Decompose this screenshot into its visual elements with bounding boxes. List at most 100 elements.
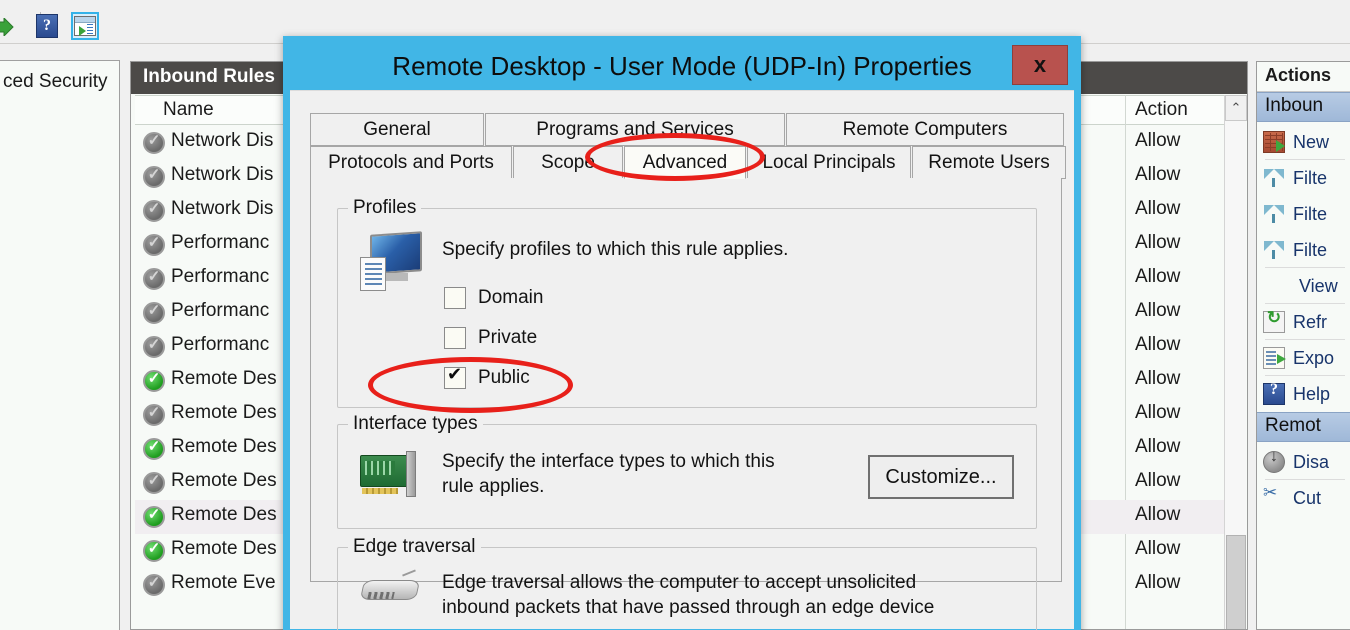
tab-remote-computers[interactable]: Remote Computers	[786, 113, 1064, 146]
scroll-up-button[interactable]: ⌃	[1225, 95, 1247, 121]
checkbox-private[interactable]: Private	[444, 327, 537, 349]
dialog-tabs: General Programs and Services Remote Compu…	[310, 113, 1066, 179]
action-item[interactable]: Refr	[1257, 304, 1350, 340]
edge-traversal-group-title: Edge traversal	[348, 536, 481, 558]
rules-scrollbar[interactable]: ⌃	[1224, 95, 1247, 629]
scrollbar-thumb[interactable]	[1226, 535, 1246, 629]
disable-icon	[1263, 448, 1285, 473]
action-item-label: Filte	[1293, 203, 1328, 224]
domain-checkbox-box[interactable]	[444, 287, 466, 309]
dialog-titlebar[interactable]: Remote Desktop - User Mode (UDP-In) Prop…	[290, 43, 1074, 90]
monitor-document-icon	[360, 231, 426, 295]
action-item[interactable]: Disa	[1257, 444, 1350, 480]
actions-pane: Actions Inboun New Filte Filte Filte View Refr…	[1256, 61, 1350, 630]
rule-action: Allow	[1135, 436, 1181, 457]
rule-action: Allow	[1135, 504, 1181, 525]
rule-action: Allow	[1135, 470, 1181, 491]
console-tree-pane[interactable]: ced Security	[0, 60, 120, 630]
action-item[interactable]: Filte	[1257, 232, 1350, 268]
action-item-label: Refr	[1293, 311, 1328, 332]
column-header-action[interactable]: Action	[1135, 99, 1188, 121]
cut-icon	[1263, 483, 1285, 509]
rule-name: Remote Des	[171, 436, 277, 457]
actions-group-header: Inboun	[1257, 92, 1350, 122]
rule-action: Allow	[1135, 402, 1181, 423]
action-item[interactable]: Filte	[1257, 196, 1350, 232]
action-item-label: Filte	[1293, 167, 1328, 188]
forward-arrow-icon[interactable]	[0, 18, 14, 36]
tab-advanced[interactable]: Advanced	[624, 146, 746, 179]
help-button[interactable]: ?	[33, 12, 61, 40]
private-checkbox-box[interactable]	[444, 327, 466, 349]
rule-enabled-icon	[143, 369, 165, 392]
tab-programs-and-services[interactable]: Programs and Services	[485, 113, 785, 146]
refresh-icon	[1263, 308, 1285, 333]
rule-disabled-icon	[143, 335, 165, 358]
profiles-group: Profiles Specify profiles to which this …	[337, 197, 1037, 408]
action-item[interactable]: Filte	[1257, 160, 1350, 196]
rule-disabled-icon	[143, 471, 165, 494]
rule-action: Allow	[1135, 572, 1181, 593]
interface-types-description: Specify the interface types to which thi…	[442, 451, 775, 497]
rule-name: Performanc	[171, 266, 270, 287]
rule-action: Allow	[1135, 198, 1181, 219]
tree-node-advanced-security[interactable]: ced Security	[3, 71, 108, 93]
action-item-label: Filte	[1293, 239, 1328, 260]
filter-icon	[1263, 203, 1285, 225]
advanced-tab-panel: Profiles Specify profiles to which this …	[310, 178, 1062, 630]
tab-general[interactable]: General	[310, 113, 484, 146]
tab-local-principals[interactable]: Local Principals	[747, 146, 911, 179]
rule-name: Remote Des	[171, 402, 277, 423]
rule-name: Network Dis	[171, 130, 274, 151]
action-item-label: Disa	[1293, 451, 1330, 472]
action-item-label: Expo	[1293, 347, 1335, 368]
rule-enabled-icon	[143, 505, 165, 528]
private-label: Private	[478, 327, 538, 348]
tab-remote-users[interactable]: Remote Users	[912, 146, 1066, 179]
rule-name: Remote Des	[171, 538, 277, 559]
rule-name: Performanc	[171, 232, 270, 253]
tab-protocols-and-ports[interactable]: Protocols and Ports	[310, 146, 512, 179]
help-icon: ?	[36, 14, 58, 38]
rule-enabled-icon	[143, 437, 165, 460]
public-label: Public	[478, 367, 530, 388]
rule-name: Remote Des	[171, 470, 277, 491]
rule-name: Network Dis	[171, 164, 274, 185]
rule-action: Allow	[1135, 300, 1181, 321]
rule-action: Allow	[1135, 130, 1181, 151]
action-item[interactable]: View	[1257, 268, 1350, 304]
rule-action: Allow	[1135, 334, 1181, 355]
checkbox-domain[interactable]: Domain	[444, 287, 543, 309]
action-item[interactable]: New	[1257, 124, 1350, 160]
close-button[interactable]: x	[1012, 45, 1068, 85]
show-action-pane-button[interactable]	[71, 12, 99, 40]
column-header-name[interactable]: Name	[163, 99, 214, 121]
action-item[interactable]: Cut	[1257, 480, 1350, 516]
rule-disabled-icon	[143, 403, 165, 426]
action-item[interactable]: Help	[1257, 376, 1350, 412]
rule-name: Remote Des	[171, 504, 277, 525]
action-item[interactable]: Expo	[1257, 340, 1350, 376]
rule-properties-dialog: Remote Desktop - User Mode (UDP-In) Prop…	[283, 36, 1081, 630]
rule-name: Network Dis	[171, 198, 274, 219]
tab-row-upper: General Programs and Services Remote Compu…	[310, 113, 1064, 146]
checkbox-public[interactable]: Public	[444, 364, 530, 389]
profiles-description: Specify profiles to which this rule appl…	[442, 239, 789, 260]
help-icon	[1263, 381, 1285, 405]
tab-row-lower: Protocols and Ports Scope Advanced Local Pr…	[310, 146, 1066, 179]
interface-types-group-title: Interface types	[348, 413, 483, 435]
actions-pane-title: Actions	[1257, 62, 1350, 92]
export-icon	[1263, 347, 1286, 369]
public-checkbox-box[interactable]	[444, 364, 466, 389]
action-item-label: Help	[1293, 383, 1331, 404]
edge-traversal-group: Edge traversal Edge traversal allows the…	[337, 536, 1037, 630]
filter-icon	[1263, 167, 1285, 189]
action-item-label: View	[1299, 275, 1338, 296]
scrollbar-track[interactable]	[1226, 122, 1246, 534]
domain-label: Domain	[478, 287, 544, 308]
rule-action: Allow	[1135, 164, 1181, 185]
rule-action: Allow	[1135, 232, 1181, 253]
customize-button[interactable]: Customize...	[868, 455, 1014, 499]
edge-device-icon	[359, 569, 422, 606]
tab-scope[interactable]: Scope	[513, 146, 623, 179]
